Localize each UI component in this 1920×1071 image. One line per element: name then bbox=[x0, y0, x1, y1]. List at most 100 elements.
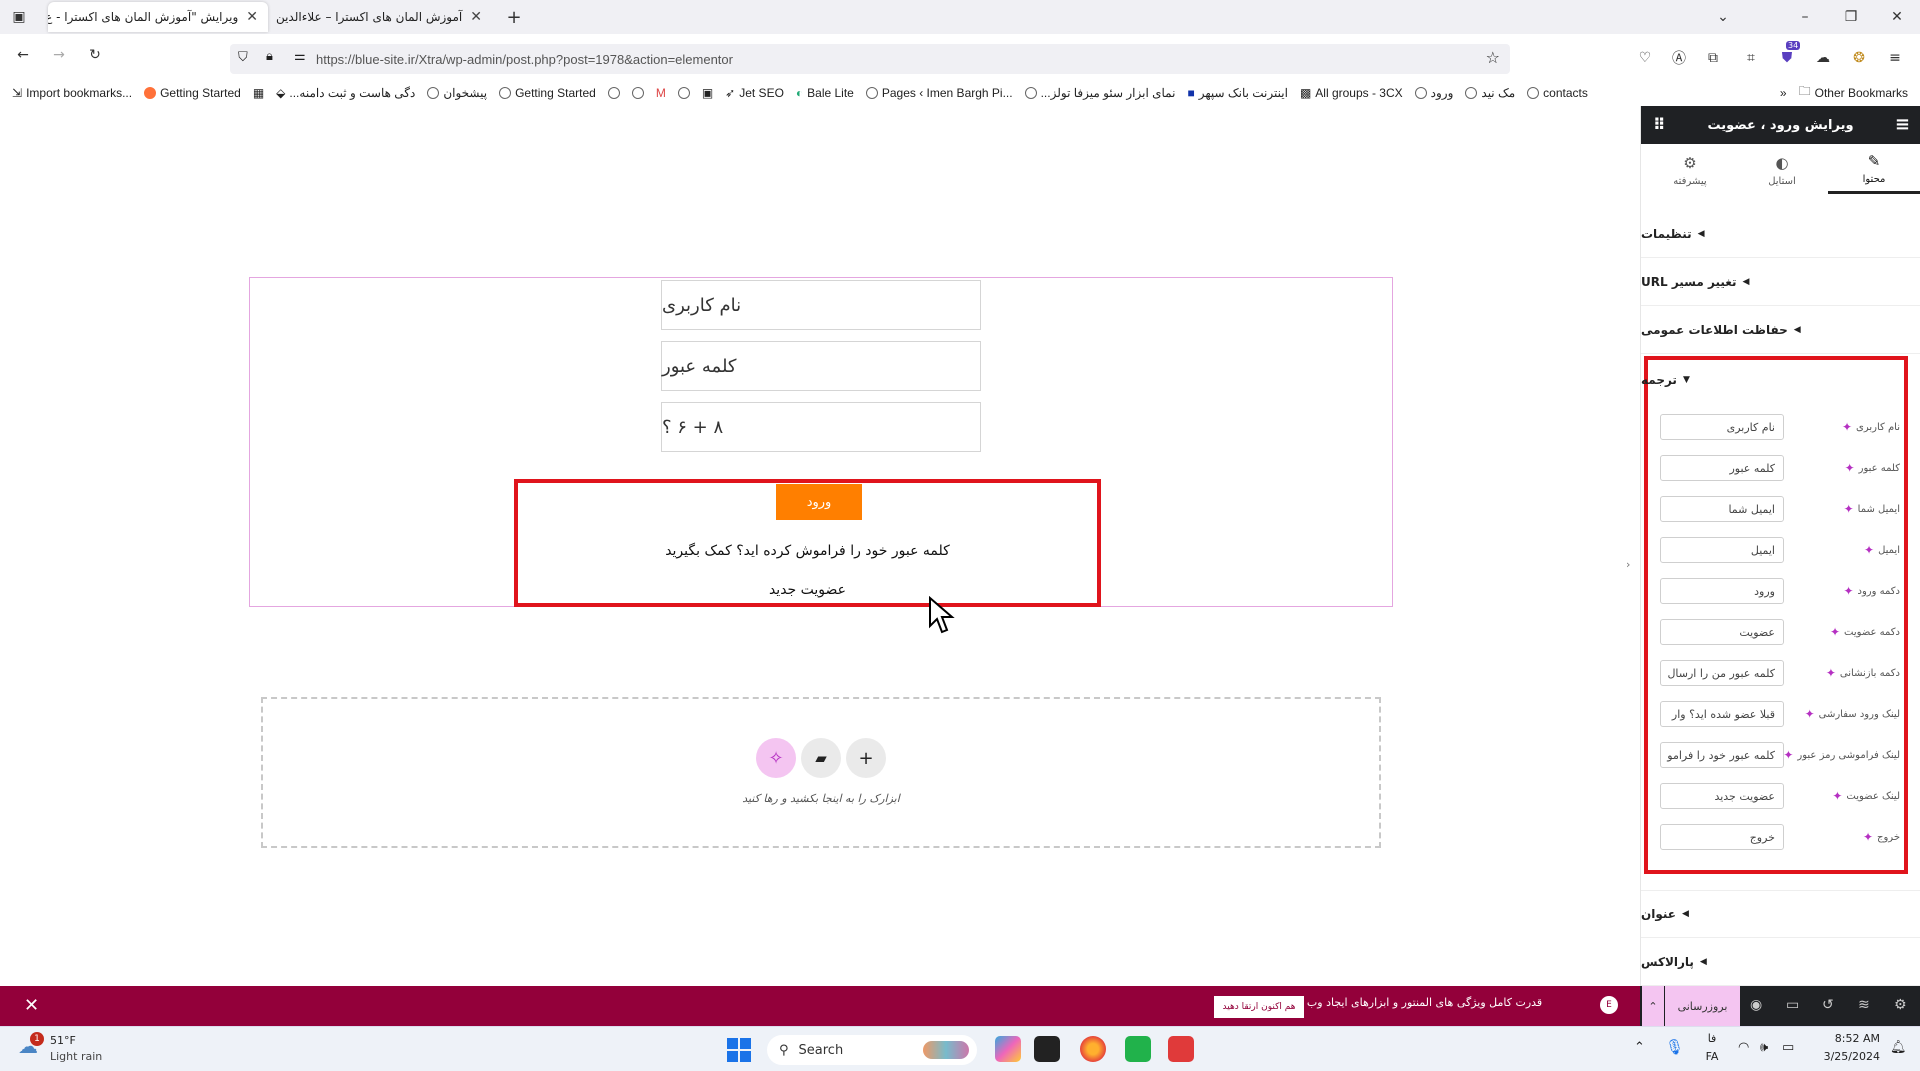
windows-start-icon[interactable] bbox=[727, 1038, 751, 1062]
close-tab-icon[interactable]: ✕ bbox=[470, 9, 482, 25]
minimize-icon[interactable]: – bbox=[1794, 6, 1816, 28]
translation-input[interactable]: کلمه عبور من را ارسال bbox=[1660, 660, 1784, 686]
more-bookmarks-icon[interactable]: » bbox=[1774, 86, 1793, 100]
add-section-button[interactable]: + bbox=[846, 738, 886, 778]
close-tab-icon[interactable]: ✕ bbox=[246, 9, 258, 25]
tab-list-icon[interactable]: ▣ bbox=[8, 6, 30, 28]
bookmark-item[interactable]: contacts bbox=[1521, 86, 1594, 100]
navigator-icon[interactable]: ≋ bbox=[1858, 997, 1870, 1013]
collapse-panel-icon[interactable]: › bbox=[1626, 558, 1630, 571]
register-link[interactable]: عضویت جدید bbox=[514, 582, 1101, 598]
ai-sparkle-button[interactable]: ✧ bbox=[756, 738, 796, 778]
microphone-icon[interactable]: 🎙︎ bbox=[1665, 1038, 1684, 1056]
bookmark-item[interactable]: ▣ bbox=[696, 86, 719, 100]
bookmark-item[interactable]: Pages ‹ Imen Bargh Pi... bbox=[860, 86, 1019, 100]
translation-input[interactable]: عضویت bbox=[1660, 619, 1784, 645]
section-privacy[interactable]: ◀ حفاظت اطلاعات عمومی bbox=[1641, 306, 1920, 354]
ai-sparkle-icon[interactable]: ✦ bbox=[1783, 748, 1793, 762]
wifi-icon[interactable]: ◠ bbox=[1738, 1040, 1749, 1055]
translation-input[interactable]: قبلا عضو شده اید؟ وار bbox=[1660, 701, 1784, 727]
eye-icon[interactable]: ◉ bbox=[1750, 997, 1762, 1013]
battery-icon[interactable]: ▭ bbox=[1782, 1040, 1794, 1055]
captcha-field[interactable]: ۸ + ۶ ؟ bbox=[661, 402, 981, 452]
bookmark-item[interactable]: ورود bbox=[1409, 86, 1460, 100]
ai-sparkle-icon[interactable]: ✦ bbox=[1832, 789, 1842, 803]
translation-input[interactable]: کلمه عبور خود را فرامو bbox=[1660, 742, 1784, 768]
translation-input[interactable]: خروج bbox=[1660, 824, 1784, 850]
clock-time[interactable]: 8:52 AM bbox=[1810, 1032, 1880, 1045]
update-button[interactable]: بروزرسانی bbox=[1665, 986, 1740, 1026]
ai-sparkle-icon[interactable]: ✦ bbox=[1826, 666, 1836, 680]
addon-icon[interactable]: ❂ bbox=[1848, 47, 1870, 69]
upgrade-button[interactable]: هم اکنون ارتقا دهید bbox=[1214, 996, 1304, 1018]
tab-inactive[interactable]: ✕ آموزش المان های اکسترا – علاءالدین bbox=[272, 2, 492, 32]
extension-shield-icon[interactable]: ⛊ 34 bbox=[1776, 41, 1801, 69]
bookmark-item[interactable]: Getting Started bbox=[138, 86, 247, 100]
bookmark-item[interactable]: Getting Started bbox=[493, 86, 602, 100]
tab-style[interactable]: ◐ استایل bbox=[1736, 146, 1828, 194]
bookmark-item[interactable]: ⇲ Import bookmarks... bbox=[6, 86, 138, 100]
bookmark-item[interactable]: پیشخوان bbox=[421, 86, 493, 100]
translation-input[interactable]: ورود bbox=[1660, 578, 1784, 604]
bookmark-item[interactable]: ➶ Jet SEO bbox=[719, 86, 790, 100]
ai-sparkle-icon[interactable]: ✦ bbox=[1842, 420, 1852, 434]
chevron-up-icon[interactable]: ⌃ bbox=[1634, 1040, 1645, 1055]
ai-sparkle-icon[interactable]: ✦ bbox=[1864, 543, 1874, 557]
menu-icon[interactable]: ≡ bbox=[1884, 47, 1906, 69]
bookmark-item[interactable]: مک نید bbox=[1459, 86, 1521, 100]
settings-gear-icon[interactable]: ⚙ bbox=[1894, 997, 1907, 1013]
section-parallax[interactable]: ◀ پارالاکس bbox=[1641, 938, 1920, 986]
lang-top[interactable]: فا bbox=[1702, 1032, 1722, 1045]
ai-sparkle-icon[interactable]: ✦ bbox=[1844, 502, 1854, 516]
bookmark-item[interactable] bbox=[672, 86, 696, 99]
login-button[interactable]: ورود bbox=[776, 484, 862, 520]
notification-bell-icon[interactable]: 🔔︎ bbox=[1890, 1040, 1907, 1055]
forward-icon[interactable]: → bbox=[48, 44, 70, 66]
bookmark-item[interactable]: ◐ Bale Lite bbox=[790, 86, 860, 100]
terminal-icon[interactable] bbox=[1034, 1036, 1060, 1062]
url-bar[interactable]: ⛉ 🔒︎ ⚌ https://blue-site.ir/Xtra/wp-admi… bbox=[230, 44, 1510, 74]
section-translation[interactable]: ▼ ترجمه bbox=[1641, 356, 1920, 404]
list-all-tabs-icon[interactable]: ⌄ bbox=[1712, 6, 1734, 28]
bookmark-item[interactable] bbox=[626, 86, 650, 99]
sync-icon[interactable]: ☁ bbox=[1812, 47, 1834, 69]
hamburger-menu-icon[interactable]: ≡ bbox=[1895, 114, 1910, 135]
chevron-up-icon[interactable]: ⌃ bbox=[1642, 986, 1664, 1026]
reload-icon[interactable]: ↻ bbox=[84, 44, 106, 66]
section-url-redirect[interactable]: ◀ تغییر مسیر URL bbox=[1641, 258, 1920, 306]
crop-icon[interactable]: ⌗ bbox=[1740, 47, 1762, 69]
ai-sparkle-icon[interactable]: ✦ bbox=[1805, 707, 1815, 721]
ai-sparkle-icon[interactable]: ✦ bbox=[1845, 461, 1855, 475]
username-field[interactable]: نام کاربری bbox=[661, 280, 981, 330]
password-field[interactable]: کلمه عبور bbox=[661, 341, 981, 391]
account-icon[interactable]: Ⓐ bbox=[1668, 47, 1690, 69]
back-icon[interactable]: ← bbox=[12, 44, 34, 66]
close-window-icon[interactable]: ✕ bbox=[1886, 6, 1908, 28]
bookmark-item[interactable] bbox=[602, 86, 626, 99]
translation-input[interactable]: ایمیل bbox=[1660, 537, 1784, 563]
section-settings[interactable]: ◀ تنظیمات bbox=[1641, 210, 1920, 258]
tab-advanced[interactable]: ⚙ پیشرفته bbox=[1644, 146, 1736, 194]
lang-bottom[interactable]: FA bbox=[1702, 1050, 1722, 1063]
firefox-icon[interactable] bbox=[1080, 1036, 1106, 1062]
history-icon[interactable]: ↺ bbox=[1822, 997, 1834, 1013]
clock-date[interactable]: 3/25/2024 bbox=[1810, 1050, 1880, 1063]
bookmark-item[interactable]: ■ اینترنت بانک سپهر bbox=[1181, 86, 1293, 100]
new-tab-icon[interactable]: + bbox=[503, 6, 525, 28]
permissions-icon[interactable]: ⚌ bbox=[294, 49, 306, 64]
tab-active[interactable]: ✕ ویرایش "آموزش المان های اکسترا - ع bbox=[48, 2, 268, 32]
ai-sparkle-icon[interactable]: ✦ bbox=[1863, 830, 1873, 844]
taskbar-search[interactable]: ⚲ Search bbox=[767, 1035, 977, 1065]
copilot-icon[interactable] bbox=[995, 1036, 1021, 1062]
extensions-icon[interactable]: ⧉ bbox=[1702, 47, 1724, 69]
ai-sparkle-icon[interactable]: ✦ bbox=[1843, 584, 1853, 598]
translation-input[interactable]: کلمه عبور bbox=[1660, 455, 1784, 481]
bookmark-star-icon[interactable]: ☆ bbox=[1486, 48, 1500, 67]
translation-input[interactable]: نام کاربری bbox=[1660, 414, 1784, 440]
other-bookmarks[interactable]: 🗀︎ Other Bookmarks bbox=[1793, 82, 1914, 103]
close-icon[interactable]: ✕ bbox=[24, 995, 39, 1016]
lock-icon[interactable]: 🔒︎ bbox=[266, 49, 273, 64]
volume-icon[interactable]: 🕪︎ bbox=[1760, 1040, 1768, 1055]
bookmark-item[interactable]: ▩ All groups - 3CX bbox=[1294, 86, 1409, 100]
bookmark-item[interactable]: ▦ bbox=[247, 86, 270, 100]
